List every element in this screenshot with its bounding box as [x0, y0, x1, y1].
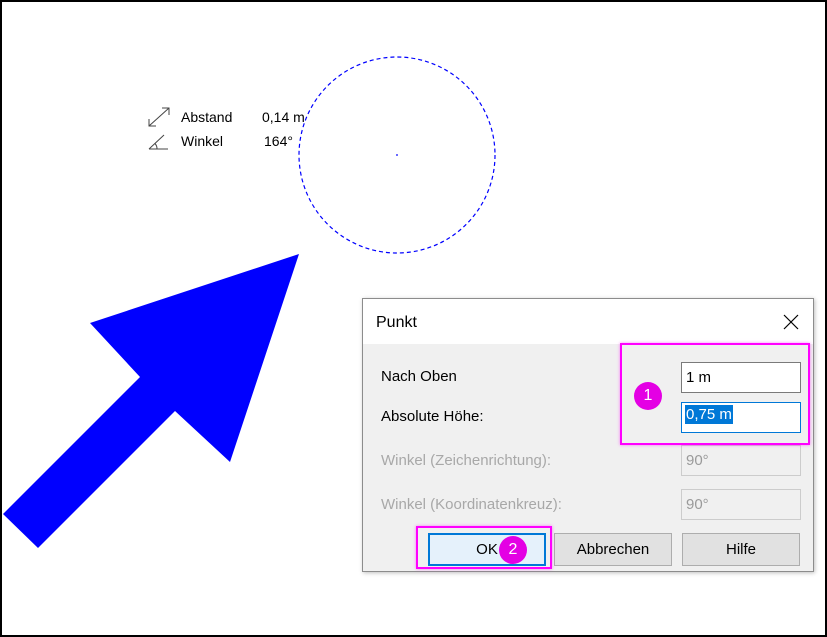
distance-label: Abstand — [181, 109, 233, 125]
close-x-icon[interactable] — [777, 308, 805, 336]
annotation-badge-1: 1 — [634, 382, 662, 410]
dialog-titlebar[interactable]: Punkt — [363, 299, 813, 344]
label-absolute-hoehe: Absolute Höhe: — [381, 408, 484, 425]
highlight-box-ok — [416, 526, 552, 569]
cancel-button[interactable]: Abbrechen — [554, 533, 672, 566]
annotation-badge-2: 2 — [499, 536, 527, 564]
label-winkel-koordinatenkreuz: Winkel (Koordinatenkreuz): — [381, 496, 562, 513]
help-button[interactable]: Hilfe — [682, 533, 800, 566]
drawing-canvas[interactable]: Abstand 0,14 m Winkel 164° Punkt Nach Ob… — [0, 0, 827, 637]
angle-label: Winkel — [181, 133, 224, 149]
label-winkel-zeichenrichtung: Winkel (Zeichenrichtung): — [381, 452, 552, 469]
distance-readout: Abstand 0,14 m — [146, 106, 326, 128]
distance-value: 0,14 m — [262, 109, 305, 125]
winkel-zeichenrichtung-field — [681, 445, 801, 476]
angle-value: 164° — [264, 133, 293, 149]
big-pointer-arrow — [3, 254, 299, 548]
dialog-title: Punkt — [376, 314, 417, 331]
angle-readout: Winkel 164° — [146, 130, 326, 152]
winkel-koordinatenkreuz-field — [681, 489, 801, 520]
label-nach-oben: Nach Oben — [381, 368, 457, 385]
angle-icon — [148, 134, 168, 150]
cursor-readout: Abstand 0,14 m Winkel 164° — [146, 106, 326, 156]
diagonal-double-arrow-icon — [148, 107, 170, 127]
circle-center-point — [396, 154, 398, 156]
